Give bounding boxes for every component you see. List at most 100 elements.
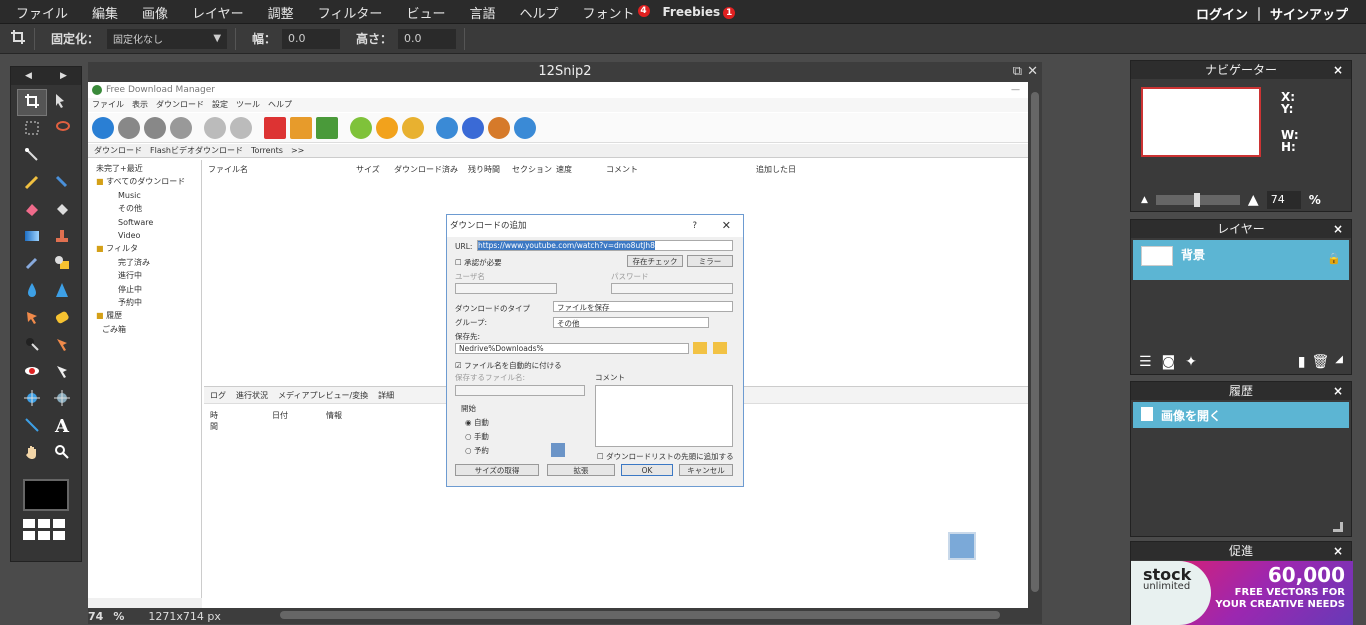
close-icon[interactable]: × [1333, 220, 1343, 238]
zoom-slider[interactable] [1155, 193, 1240, 207]
drawing-tool[interactable] [47, 251, 77, 278]
fdm-tabs: ダウンロード Flashビデオダウンロード Torrents >> [88, 144, 1028, 158]
close-icon[interactable]: × [1333, 61, 1343, 79]
menu-edit[interactable]: 編集 [80, 3, 130, 22]
scroll-thumb[interactable] [280, 611, 1000, 619]
tree-item: その他 [118, 204, 142, 214]
spherize-tool[interactable] [17, 386, 47, 413]
menu-image[interactable]: 画像 [130, 3, 180, 22]
layers-panel: レイヤー × 背景 🔒 ☰ ◙ ✦ ▮ 🗑 ◢ [1130, 219, 1352, 375]
layer-settings-icon[interactable]: ☰ [1139, 354, 1152, 370]
marquee-tool[interactable] [17, 116, 47, 143]
login-signup-link[interactable]: ログイン ｜ サインアップ [1196, 4, 1348, 23]
grid-icon[interactable] [23, 519, 69, 540]
foreground-color-swatch[interactable] [23, 479, 69, 511]
restore-icon[interactable]: ⧉ [1013, 62, 1022, 82]
navigator-thumbnail[interactable] [1141, 87, 1261, 157]
close-icon: ✕ [721, 219, 731, 232]
column-header: セクション [512, 165, 552, 174]
slider-knob[interactable] [1193, 193, 1200, 207]
filename-label: 保存するファイル名: [455, 373, 526, 382]
column-header: ファイル名 [208, 165, 248, 174]
fdm-toolbar [88, 113, 1028, 143]
menu-font[interactable]: フォント 4 [570, 3, 650, 22]
trash-icon[interactable]: 🗑 [1312, 354, 1330, 370]
dodge-tool[interactable] [47, 332, 77, 359]
smudge-tool[interactable] [17, 305, 47, 332]
move-tool[interactable] [47, 89, 77, 116]
zoom-unit: % [113, 610, 125, 623]
arrow-right-icon[interactable]: ▶ [60, 71, 67, 81]
mask-icon[interactable]: ◙ [1162, 354, 1176, 370]
arrow-left-icon[interactable]: ◀ [25, 71, 32, 81]
text-tool[interactable]: A [47, 413, 77, 440]
zoom-tool[interactable] [47, 440, 77, 467]
history-item[interactable]: 画像を開く [1133, 402, 1349, 428]
resize-icon[interactable] [1333, 522, 1343, 532]
eraser-tool[interactable] [17, 197, 47, 224]
blur-tool[interactable] [17, 278, 47, 305]
menu-view[interactable]: ビュー [394, 3, 457, 22]
promo-ad[interactable]: stock unlimited 60,000 FREE VECTORS FOR … [1131, 561, 1353, 625]
menu-freebies[interactable]: Freebies 1 [651, 5, 737, 19]
divider [235, 27, 237, 50]
add-style-icon[interactable]: ✦ [1185, 354, 1197, 370]
hand-tool[interactable] [17, 440, 47, 467]
comment-icon [376, 116, 398, 139]
lasso-icon [54, 120, 70, 139]
lasso-tool[interactable] [47, 116, 77, 143]
redeye-tool[interactable] [17, 359, 47, 386]
width-input[interactable]: 0.0 [282, 28, 341, 49]
history-label: 画像を開く [1161, 409, 1222, 423]
pencil-tool[interactable] [17, 170, 47, 197]
dialog-title: ダウンロードの追加 [450, 221, 527, 231]
sharpen-tool[interactable] [47, 278, 77, 305]
menu-filter[interactable]: フィルター [306, 3, 395, 22]
new-layer-icon[interactable]: ▮ [1298, 354, 1306, 370]
close-icon[interactable]: × [1333, 382, 1343, 400]
brush-tool[interactable] [47, 170, 77, 197]
menu-language[interactable]: 言語 [457, 3, 507, 22]
stamp-tool[interactable] [47, 224, 77, 251]
vertical-scrollbar[interactable] [1028, 82, 1042, 608]
line-tool[interactable] [17, 413, 47, 440]
horizontal-scrollbar[interactable] [262, 610, 1022, 620]
toolbox-header[interactable]: ◀ ▶ [11, 67, 81, 85]
color-replace-tool[interactable] [17, 251, 47, 278]
crop-tool[interactable] [17, 89, 47, 116]
bucket-tool[interactable] [47, 197, 77, 224]
sponge-tool[interactable] [47, 305, 77, 332]
pinch-tool[interactable] [47, 386, 77, 413]
bloat-tool[interactable] [47, 359, 77, 386]
menu-adjust[interactable]: 調整 [256, 3, 306, 22]
tree-item: 予約中 [118, 298, 142, 308]
burn-tool[interactable] [17, 332, 47, 359]
marquee-icon [24, 120, 40, 139]
lock-select-value: 固定化なし [113, 35, 164, 46]
canvas[interactable]: Free Download Manager — ファイル 表示 ダウンロード 設… [88, 82, 1028, 608]
books-icon [488, 116, 510, 139]
zoom-input[interactable]: 74 [1266, 191, 1301, 209]
lock-select[interactable]: 固定化なし ▼ [107, 28, 228, 49]
crop-icon [10, 29, 26, 48]
document-icon [1141, 407, 1153, 421]
gradient-tool[interactable] [17, 224, 47, 251]
close-icon[interactable]: × [1333, 542, 1343, 560]
ad-text: FREE VECTORS FOR YOUR CREATIVE NEEDS [1215, 587, 1345, 611]
resize-icon[interactable]: ◢ [1335, 354, 1343, 370]
magic-wand-tool[interactable] [17, 143, 47, 170]
group-label: グループ: [455, 318, 488, 327]
menu-file[interactable]: ファイル [0, 3, 80, 22]
layer-item[interactable]: 背景 🔒 [1133, 240, 1349, 280]
blur-icon [24, 282, 40, 301]
scroll-thumb[interactable] [1031, 92, 1039, 592]
document-title-bar[interactable]: 12Snip2 ⧉ ✕ [88, 62, 1042, 82]
menu-layer[interactable]: レイヤー [180, 3, 256, 22]
layer-tools-right: ▮ 🗑 ◢ [1298, 354, 1343, 370]
height-input[interactable]: 0.0 [398, 28, 457, 49]
tree-item: 停止中 [118, 284, 142, 294]
close-icon[interactable]: ✕ [1027, 62, 1038, 82]
zoom-value[interactable]: 74 [88, 610, 103, 624]
check-icon [350, 116, 372, 139]
menu-help[interactable]: ヘルプ [507, 3, 570, 22]
